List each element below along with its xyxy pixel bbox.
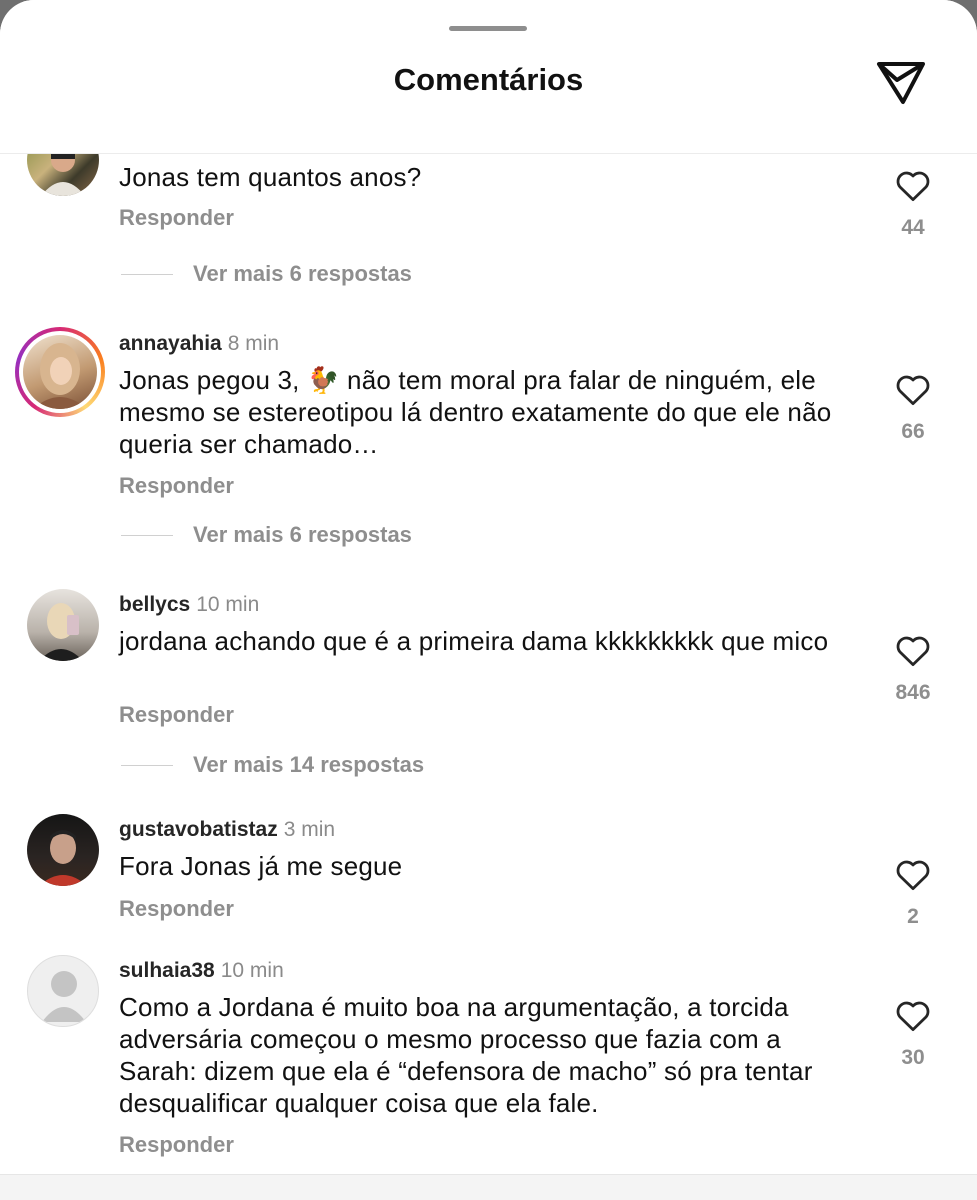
- reply-button[interactable]: Responder: [119, 702, 234, 728]
- comment-text: Como a Jordana é muito boa na argumentaç…: [119, 992, 813, 1118]
- person-silhouette-icon: [42, 971, 86, 1022]
- avatar: [23, 335, 97, 409]
- like-button[interactable]: 846: [888, 633, 938, 705]
- timestamp: 8 min: [227, 332, 280, 355]
- avatar-photo: [39, 830, 87, 886]
- comment-text: Fora Jonas já me segue: [119, 851, 403, 881]
- heart-outline-icon: [896, 171, 930, 202]
- avatar[interactable]: [27, 589, 99, 661]
- heart-outline-icon: [896, 1001, 930, 1032]
- like-count: 44: [901, 216, 925, 239]
- username[interactable]: gustavobatistaz: [119, 818, 278, 841]
- comment-text: jordana achando que é a primeira dama kk…: [119, 626, 829, 656]
- like-count: 2: [907, 905, 919, 928]
- reply-button[interactable]: Responder: [119, 473, 234, 499]
- story-ring[interactable]: [15, 327, 105, 417]
- reply-button[interactable]: Responder: [119, 1132, 234, 1158]
- drag-handle[interactable]: [449, 26, 527, 31]
- timestamp: 10 min: [196, 593, 260, 616]
- comment-input-bar[interactable]: [0, 1174, 977, 1200]
- username[interactable]: annayahia: [119, 332, 222, 355]
- avatar-photo: [33, 343, 87, 409]
- comment-meta: bellycs 10 min: [119, 593, 259, 617]
- reply-button[interactable]: Responder: [119, 205, 234, 231]
- timestamp: 10 min: [220, 959, 284, 982]
- heart-outline-icon: [896, 860, 930, 891]
- timestamp: 3 min: [283, 818, 336, 841]
- username[interactable]: bellycs: [119, 593, 190, 616]
- comment-text: Jonas pegou 3, 🐓 não tem moral pra falar…: [119, 365, 832, 459]
- view-more-label: Ver mais 14 respostas: [193, 752, 425, 777]
- comments-sheet: Jonas tem quantos anos? Responder Ver ma…: [0, 0, 977, 1200]
- like-button[interactable]: 66: [888, 372, 938, 444]
- comment-meta: gustavobatistaz 3 min: [119, 818, 335, 842]
- reply-button[interactable]: Responder: [119, 896, 234, 922]
- divider-line: [121, 274, 173, 275]
- view-more-label: Ver mais 6 respostas: [193, 522, 412, 547]
- comment-text: Jonas tem quantos anos?: [119, 162, 422, 192]
- heart-outline-icon: [896, 636, 930, 667]
- avatar[interactable]: [27, 955, 99, 1027]
- view-more-label: Ver mais 6 respostas: [193, 261, 412, 286]
- like-button[interactable]: 30: [888, 998, 938, 1070]
- comment-meta: annayahia 8 min: [119, 332, 279, 356]
- avatar-photo: [39, 603, 83, 661]
- share-button[interactable]: [873, 54, 929, 110]
- like-count: 846: [895, 681, 931, 704]
- username[interactable]: sulhaia38: [119, 959, 215, 982]
- like-count: 30: [901, 1046, 925, 1069]
- divider-line: [121, 765, 173, 766]
- page-title: Comentários: [393, 62, 584, 97]
- divider-line: [121, 535, 173, 536]
- comment-meta: sulhaia38 10 min: [119, 959, 284, 983]
- heart-outline-icon: [896, 375, 930, 406]
- like-count: 66: [901, 420, 925, 443]
- like-button[interactable]: 2: [888, 857, 938, 929]
- avatar[interactable]: [27, 814, 99, 886]
- send-icon: [877, 62, 925, 104]
- sheet-header: Comentários: [0, 0, 977, 154]
- like-button[interactable]: 44: [888, 168, 938, 240]
